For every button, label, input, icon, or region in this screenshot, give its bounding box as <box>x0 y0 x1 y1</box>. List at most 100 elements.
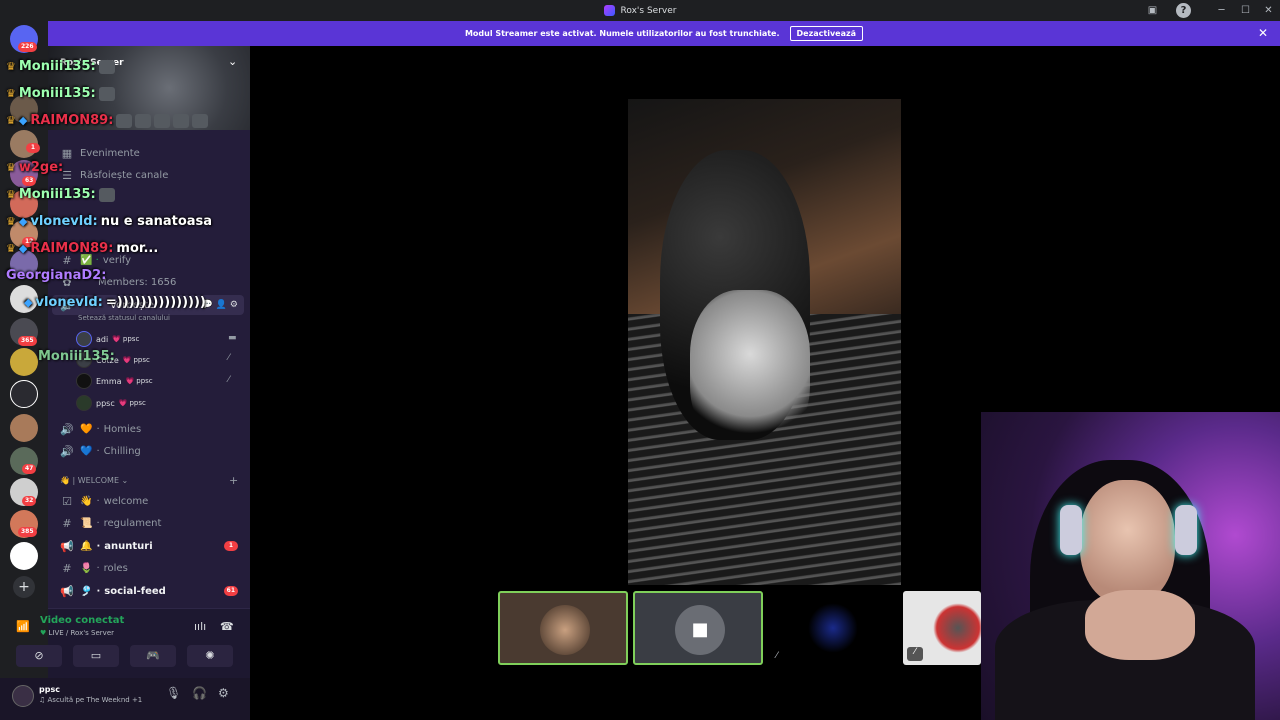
voice-user[interactable]: adi 💗 ppsc <box>76 329 139 349</box>
emote-icon <box>116 113 133 128</box>
headset-icon <box>1175 505 1197 555</box>
channel-welcome[interactable]: ☑ 👋 · welcome <box>52 491 244 511</box>
avatar <box>808 603 858 653</box>
webcam-face <box>1080 480 1175 605</box>
minimize-button[interactable]: ─ <box>1214 3 1229 18</box>
participant-tile[interactable] <box>498 591 628 665</box>
hash-icon: # <box>62 561 72 575</box>
maximize-button[interactable]: ☐ <box>1238 3 1253 18</box>
server-icon <box>603 5 615 16</box>
voice-user-name: adi <box>96 334 109 344</box>
crown-icon: ♛ <box>6 215 16 228</box>
microphone-icon[interactable]: 🎙 <box>166 686 181 700</box>
user-tag: 💗 ppsc <box>118 399 146 407</box>
sidebar-item-events[interactable]: ▦ Evenimente <box>52 143 244 163</box>
emote-icon <box>98 59 115 74</box>
close-window-button[interactable]: ✕ <box>1261 3 1276 18</box>
avatar <box>76 395 92 411</box>
sidebar-item-browse[interactable]: ☰ Răsfoiește canale <box>52 165 244 185</box>
window-title-wrap: Rox's Server <box>0 0 1280 21</box>
announcement-icon: 📢 <box>60 584 74 598</box>
avatar <box>76 331 92 347</box>
disable-streamer-button[interactable]: Dezactivează <box>789 26 864 41</box>
headset-icon <box>1060 505 1082 555</box>
speaker-icon: 🔊 <box>60 444 74 458</box>
gear-icon[interactable]: ⚙ <box>218 686 229 700</box>
streamer-mode-banner: Modul Streamer este activat. Numele util… <box>48 21 1280 46</box>
participant-tile[interactable]: ⁄ <box>903 591 981 665</box>
chat-message: ♛ ◆ vlonevld: nu e sanatoasa <box>6 214 213 229</box>
chat-message: ♛ ◆ RAIMON89: <box>6 113 209 128</box>
rail-badge: 385 <box>18 527 37 537</box>
banner-close-icon[interactable]: ✕ <box>1258 26 1268 40</box>
participant-tile[interactable]: ⁄ <box>768 591 898 665</box>
user-tag: 💗 ppsc <box>125 377 153 385</box>
help-icon[interactable]: ? <box>1176 3 1191 18</box>
noise-suppression-icon[interactable]: ıılı <box>194 620 206 633</box>
voice-status-text[interactable]: Setează statusul canalului <box>78 314 170 322</box>
user-name[interactable]: ppsc <box>39 685 60 694</box>
user-tag: 💗 ppsc <box>122 356 150 364</box>
rail-badge: 1 <box>26 143 40 153</box>
chat-message: ♛ ◆ RAIMON89: mor... <box>6 241 159 256</box>
channel-actions[interactable]: 💬 👤 ⚙ <box>202 300 238 310</box>
sidebar-item-label: Evenimente <box>80 147 140 159</box>
disconnect-icon[interactable]: ☎ <box>220 620 234 633</box>
sidebar-item-label: Răsfoiește canale <box>80 169 169 181</box>
channel-label: verify <box>102 254 132 266</box>
voice-status-subtitle[interactable]: ♥ LIVE / Rox's Server <box>40 629 114 637</box>
crown-icon: ♛ <box>6 242 16 255</box>
emote-icon <box>98 86 115 101</box>
inbox-icon[interactable]: ▣ <box>1145 3 1160 18</box>
channel-homies[interactable]: 🔊 🧡 · Homies <box>52 419 244 439</box>
heart-icon: ♥ <box>40 629 47 637</box>
screen-share-button[interactable]: ▭ <box>73 645 119 667</box>
server-icon-10[interactable] <box>10 380 38 408</box>
crown-icon: ♛ <box>6 114 16 127</box>
calendar-icon: ▦ <box>61 146 73 160</box>
soundboard-button[interactable]: ✺ <box>187 645 233 667</box>
category-welcome[interactable]: 👋 | WELCOME ⌄ <box>60 476 128 485</box>
channel-label: regulament <box>103 517 162 529</box>
activities-button[interactable]: 🎮 <box>130 645 176 667</box>
voice-user[interactable]: Emma 💗 ppsc <box>76 371 153 391</box>
subscriber-badge-icon: ◆ <box>24 296 33 309</box>
camera-off-button[interactable]: ⊘ <box>16 645 62 667</box>
channel-anunturi[interactable]: 📢 🔔 · anunturi 1 <box>52 536 244 556</box>
rail-badge: 226 <box>18 42 37 52</box>
check-icon: ✅ · <box>80 254 99 266</box>
hash-icon: # <box>62 516 72 530</box>
channel-chilling[interactable]: 🔊 💙 · Chilling <box>52 441 244 461</box>
add-channel-icon[interactable]: + <box>229 474 238 487</box>
avatar <box>540 605 590 655</box>
chevron-down-icon[interactable]: ⌄ <box>228 55 237 68</box>
channel-roles[interactable]: # 🌷 · roles <box>52 558 244 578</box>
channel-social-feed[interactable]: 📢 🎐 · social-feed 61 <box>52 581 244 601</box>
unread-badge: 61 <box>223 586 238 596</box>
crown-icon: ♛ <box>6 87 16 100</box>
channel-regulament[interactable]: # 📜 · regulament <box>52 513 244 533</box>
participant-tile[interactable]: ■ <box>633 591 763 665</box>
voice-user-name: Emma <box>96 376 122 386</box>
headphones-icon[interactable]: 🎧 <box>192 686 207 700</box>
chat-message: ♛ Moniii135: <box>6 187 115 202</box>
add-server-icon[interactable]: + <box>13 576 35 598</box>
server-icon-15[interactable] <box>10 542 38 570</box>
speaker-icon: 🔊 <box>60 422 74 436</box>
webcam-hands <box>1085 590 1195 660</box>
chat-message: ♛ Moniii135: <box>6 59 115 74</box>
heart-icon: 💙 <box>80 445 93 457</box>
channel-label: roles <box>103 562 128 574</box>
channel-label: welcome <box>103 495 149 507</box>
server-icon-11[interactable] <box>10 414 38 442</box>
video-off-icon: ■ <box>675 605 725 655</box>
user-status: ♫ Ascultă pe The Weeknd +1 <box>39 696 143 704</box>
voice-user[interactable]: ppsc 💗 ppsc <box>76 393 146 413</box>
muted-icon: ⁄ <box>907 647 923 661</box>
chat-message: ♛ Moniii135: <box>6 86 115 101</box>
voice-status-title[interactable]: Video conectat <box>40 615 124 626</box>
subscriber-badge-icon: ◆ <box>18 242 28 255</box>
crown-icon: ♛ <box>6 161 16 174</box>
announcement-icon: 📢 <box>60 539 74 553</box>
avatar[interactable] <box>12 685 34 707</box>
